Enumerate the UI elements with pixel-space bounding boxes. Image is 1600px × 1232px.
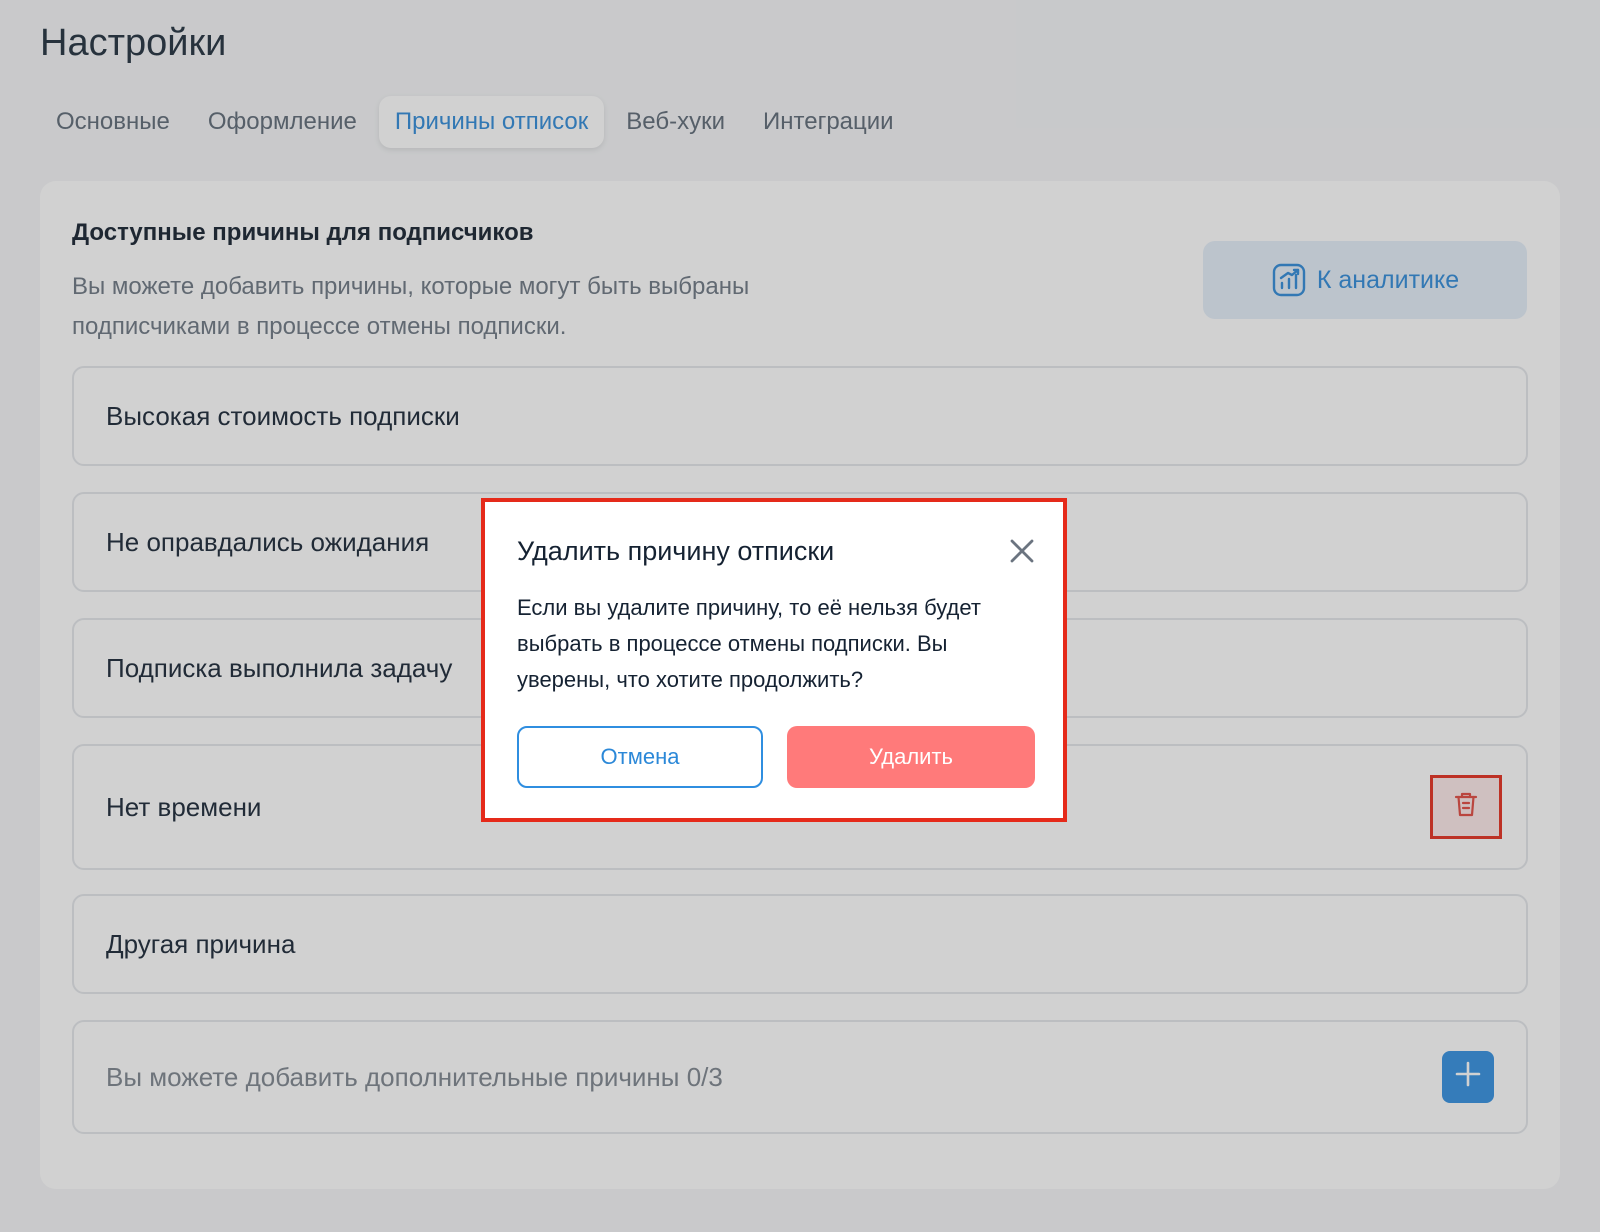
modal-title: Удалить причину отписки: [517, 536, 835, 566]
delete-reason-modal: Удалить причину отписки Если вы удалите …: [481, 498, 1067, 822]
confirm-delete-button[interactable]: Удалить: [787, 726, 1035, 788]
modal-message: Если вы удалите причину, то её нельзя бу…: [517, 595, 981, 692]
cancel-button[interactable]: Отмена: [517, 726, 763, 788]
settings-page: Настройки Основные Оформление Причины от…: [0, 0, 1600, 1232]
close-icon[interactable]: [1007, 536, 1037, 566]
